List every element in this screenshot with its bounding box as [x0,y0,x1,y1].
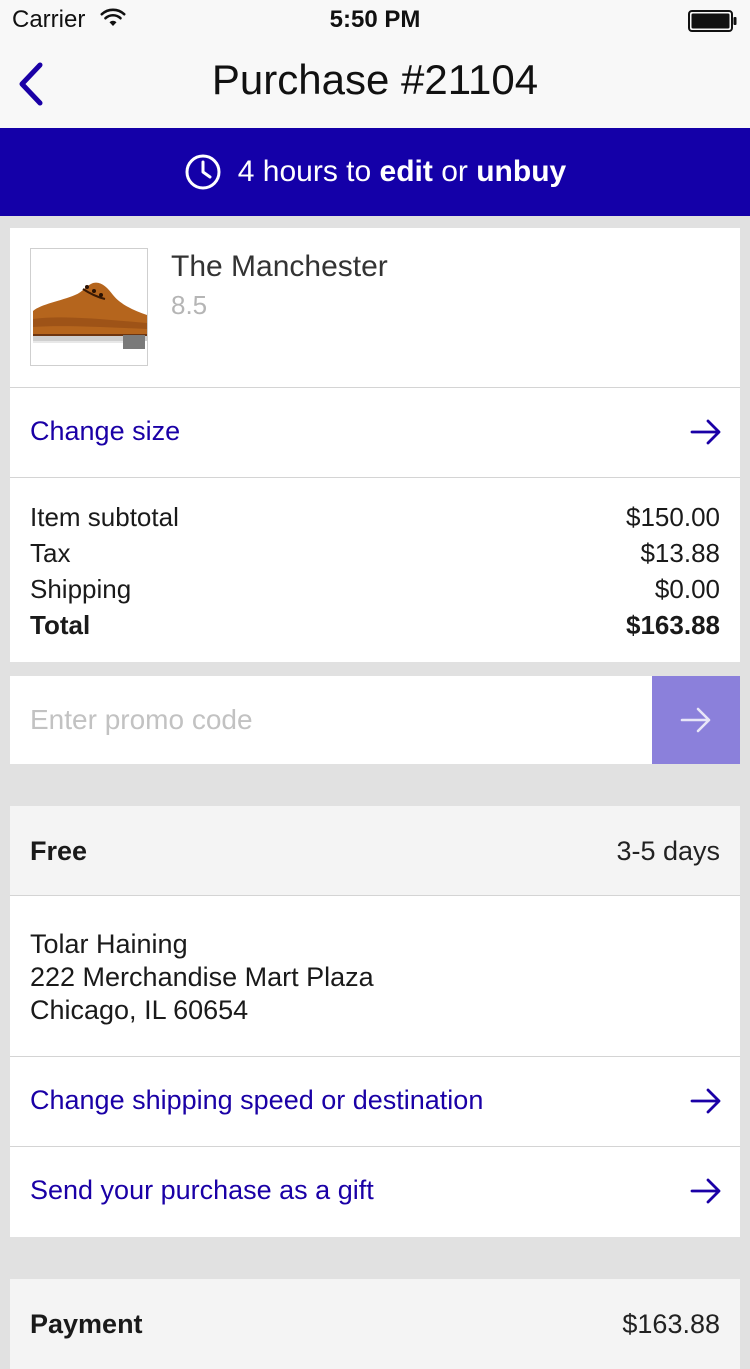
product-image [30,248,148,366]
change-shipping-label: Change shipping speed or destination [30,1085,484,1115]
arrow-right-icon [690,1088,722,1119]
shipping-value: $0.00 [654,574,720,604]
change-size-button[interactable]: Change size [10,388,740,478]
arrow-right-icon [690,1178,722,1209]
subtotal-value: $150.00 [626,502,720,532]
banner-text: 4 hours to edit or unbuy [238,155,566,189]
divider [10,477,740,478]
total-label: Total [30,610,91,640]
summary-line-subtotal: Item subtotal $150.00 [30,502,720,533]
banner-prefix: 4 hours to [237,155,380,188]
unbuy-link[interactable]: unbuy [476,155,566,188]
payment-label: Payment [30,1309,143,1339]
tax-label: Tax [30,538,71,568]
shipping-label: Shipping [30,574,132,604]
clock-icon [184,153,222,191]
send-as-gift-button[interactable]: Send your purchase as a gift [10,1147,740,1237]
promo-code-input[interactable] [10,676,652,764]
edit-link[interactable]: edit [380,155,433,188]
clock-time: 5:50 PM [329,6,421,33]
summary-line-tax: Tax $13.88 [30,538,720,569]
change-size-label: Change size [30,416,181,446]
summary-line-shipping: Shipping $0.00 [30,574,720,605]
divider [10,895,740,896]
order-card: The Manchester 8.5 Change size Item subt… [10,228,740,662]
product-size: 8.5 [171,290,208,320]
send-as-gift-label: Send your purchase as a gift [30,1175,374,1205]
shipping-address: Tolar Haining 222 Merchandise Mart Plaza… [30,928,374,1027]
page-title: Purchase #21104 [211,56,539,103]
shoe-image [31,249,147,365]
shipping-method: Free [30,836,88,866]
address-city: Chicago, IL 60654 [30,995,249,1025]
shipping-eta: 3-5 days [616,836,720,866]
status-bar: Carrier 5:50 PM [0,0,750,40]
payment-header: Payment $163.88 [10,1279,740,1369]
edit-window-banner: 4 hours to edit or unbuy [0,128,750,216]
product-name: The Manchester [171,250,388,283]
navigation-bar: Purchase #21104 [0,40,750,128]
change-shipping-button[interactable]: Change shipping speed or destination [10,1057,740,1147]
shipping-method-header: Free 3-5 days [10,806,740,895]
address-name: Tolar Haining [30,929,188,959]
payment-amount: $163.88 [622,1309,720,1339]
address-street: 222 Merchandise Mart Plaza [30,962,374,992]
subtotal-label: Item subtotal [30,502,179,532]
promo-code-bar [10,676,740,764]
banner-or: or [432,155,477,188]
shipping-card: Free 3-5 days Tolar Haining 222 Merchand… [10,806,740,1237]
total-value: $163.88 [626,610,720,640]
battery-icon [688,10,738,37]
tax-value: $13.88 [640,538,720,568]
arrow-right-icon [680,707,711,733]
apply-promo-button[interactable] [652,676,740,764]
summary-line-total: Total $163.88 [30,610,720,641]
arrow-right-icon [690,419,722,450]
